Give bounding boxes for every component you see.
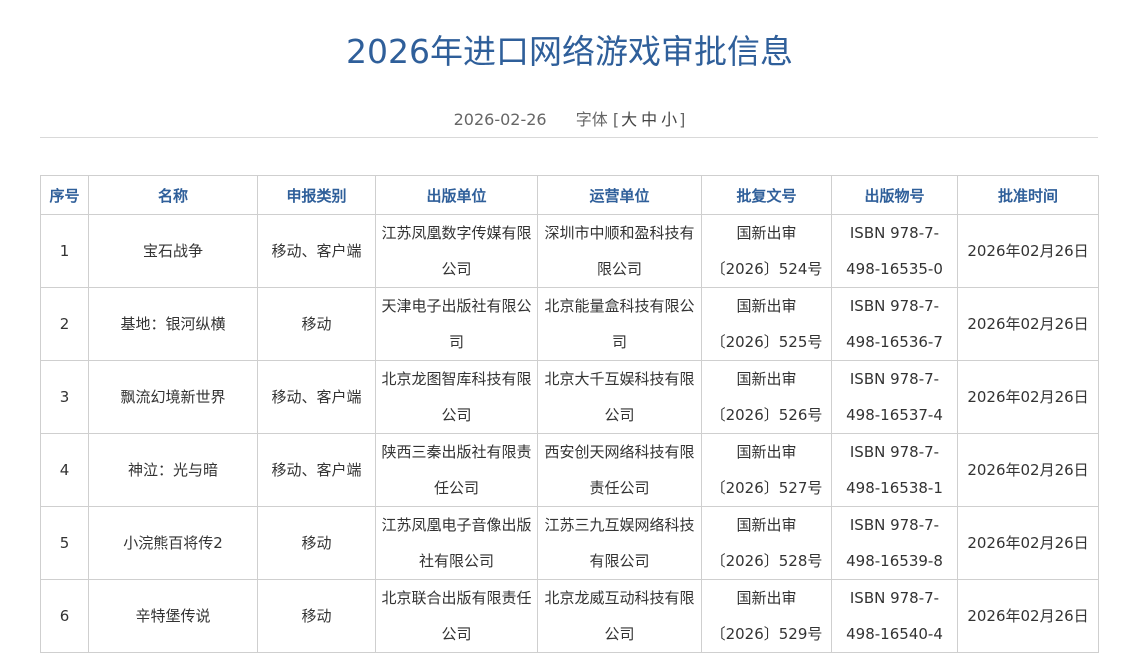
font-medium-button[interactable]: 中: [641, 110, 657, 129]
header-no: 序号: [40, 175, 89, 215]
row-operator: 北京龙威互动科技有限公司: [537, 579, 702, 653]
isbn-line1: ISBN 978-7-: [849, 370, 940, 388]
row-operator: 西安创天网络科技有限责任公司: [537, 433, 702, 507]
row-isbn: ISBN 978-7- 498-16538-1: [831, 433, 958, 507]
row-category: 移动: [257, 579, 376, 653]
row-approval-no: 国新出审〔2026〕528号: [701, 506, 832, 580]
header-operator: 运营单位: [537, 175, 702, 215]
table-row: 5 小浣熊百将传2 移动 江苏凤凰电子音像出版社有限公司 江苏三九互娱网络科技有…: [40, 506, 1099, 580]
isbn-line2: 498-16536-7: [846, 333, 943, 351]
row-approval-date: 2026年02月26日: [957, 433, 1099, 507]
table-header-row: 序号 名称 申报类别 出版单位 运营单位 批复文号 出版物号 批准时间: [40, 175, 1099, 215]
row-category: 移动、客户端: [257, 360, 376, 434]
isbn-line2: 498-16539-8: [846, 552, 943, 570]
approval-no-line2: 〔2026〕527号: [710, 479, 823, 497]
header-isbn: 出版物号: [831, 175, 958, 215]
isbn-line1: ISBN 978-7-: [849, 224, 940, 242]
publish-date: 2026-02-26: [453, 110, 547, 129]
approval-no-line1: 国新出审: [736, 224, 797, 242]
row-publisher: 北京龙图智库科技有限公司: [375, 360, 538, 434]
approval-no-line1: 国新出审: [736, 370, 797, 388]
row-no: 4: [40, 433, 89, 507]
header-category: 申报类别: [257, 175, 376, 215]
row-operator: 北京能量盒科技有限公司: [537, 287, 702, 361]
row-category: 移动、客户端: [257, 214, 376, 288]
isbn-line2: 498-16538-1: [846, 479, 943, 497]
row-approval-date: 2026年02月26日: [957, 214, 1099, 288]
page-title: 2026年进口网络游戏审批信息: [346, 32, 793, 71]
row-category: 移动: [257, 506, 376, 580]
article-meta: 2026-02-26 字体 [大中小]: [0, 108, 1139, 132]
row-no: 3: [40, 360, 89, 434]
row-publisher: 北京联合出版有限责任公司: [375, 579, 538, 653]
isbn-line2: 498-16535-0: [846, 260, 943, 278]
row-approval-no: 国新出审〔2026〕524号: [701, 214, 832, 288]
row-approval-no: 国新出审〔2026〕529号: [701, 579, 832, 653]
isbn-line1: ISBN 978-7-: [849, 589, 940, 607]
approval-no-line2: 〔2026〕524号: [710, 260, 823, 278]
row-name: 基地：银河纵横: [88, 287, 258, 361]
approval-no-line1: 国新出审: [736, 516, 797, 534]
table-row: 1 宝石战争 移动、客户端 江苏凤凰数字传媒有限公司 深圳市中顺和盈科技有限公司…: [40, 214, 1099, 288]
header-publisher: 出版单位: [375, 175, 538, 215]
row-no: 1: [40, 214, 89, 288]
row-approval-date: 2026年02月26日: [957, 506, 1099, 580]
title-divider: [40, 137, 1098, 138]
row-name: 辛特堡传说: [88, 579, 258, 653]
font-large-button[interactable]: 大: [621, 110, 637, 129]
row-publisher: 江苏凤凰数字传媒有限公司: [375, 214, 538, 288]
approval-no-line1: 国新出审: [736, 297, 797, 315]
bracket-open: [: [612, 110, 620, 129]
table-row: 2 基地：银河纵横 移动 天津电子出版社有限公司 北京能量盒科技有限公司 国新出…: [40, 287, 1099, 361]
table-row: 6 辛特堡传说 移动 北京联合出版有限责任公司 北京龙威互动科技有限公司 国新出…: [40, 579, 1099, 653]
row-isbn: ISBN 978-7- 498-16539-8: [831, 506, 958, 580]
row-isbn: ISBN 978-7- 498-16535-0: [831, 214, 958, 288]
row-operator: 江苏三九互娱网络科技有限公司: [537, 506, 702, 580]
isbn-line1: ISBN 978-7-: [849, 443, 940, 461]
approval-no-line2: 〔2026〕529号: [710, 625, 823, 643]
row-publisher: 江苏凤凰电子音像出版社有限公司: [375, 506, 538, 580]
row-category: 移动: [257, 287, 376, 361]
row-publisher: 陕西三秦出版社有限责任公司: [375, 433, 538, 507]
row-name: 神泣：光与暗: [88, 433, 258, 507]
row-category: 移动、客户端: [257, 433, 376, 507]
approval-table: 序号 名称 申报类别 出版单位 运营单位 批复文号 出版物号 批准时间 1 宝石…: [40, 175, 1099, 653]
font-size-label: 字体: [575, 110, 608, 129]
header-approval-date: 批准时间: [957, 175, 1099, 215]
table-row: 3 飘流幻境新世界 移动、客户端 北京龙图智库科技有限公司 北京大千互娱科技有限…: [40, 360, 1099, 434]
isbn-line1: ISBN 978-7-: [849, 516, 940, 534]
row-no: 5: [40, 506, 89, 580]
row-no: 6: [40, 579, 89, 653]
row-isbn: ISBN 978-7- 498-16540-4: [831, 579, 958, 653]
row-operator: 深圳市中顺和盈科技有限公司: [537, 214, 702, 288]
row-name: 宝石战争: [88, 214, 258, 288]
row-isbn: ISBN 978-7- 498-16537-4: [831, 360, 958, 434]
approval-no-line2: 〔2026〕525号: [710, 333, 823, 351]
font-small-button[interactable]: 小: [661, 110, 677, 129]
row-operator: 北京大千互娱科技有限公司: [537, 360, 702, 434]
isbn-line1: ISBN 978-7-: [849, 297, 940, 315]
row-approval-no: 国新出审〔2026〕527号: [701, 433, 832, 507]
row-name: 小浣熊百将传2: [88, 506, 258, 580]
header-name: 名称: [88, 175, 258, 215]
row-approval-no: 国新出审〔2026〕525号: [701, 287, 832, 361]
row-approval-date: 2026年02月26日: [957, 287, 1099, 361]
row-no: 2: [40, 287, 89, 361]
row-name: 飘流幻境新世界: [88, 360, 258, 434]
row-publisher: 天津电子出版社有限公司: [375, 287, 538, 361]
isbn-line2: 498-16540-4: [846, 625, 943, 643]
row-approval-date: 2026年02月26日: [957, 579, 1099, 653]
row-approval-date: 2026年02月26日: [957, 360, 1099, 434]
row-approval-no: 国新出审〔2026〕526号: [701, 360, 832, 434]
approval-no-line2: 〔2026〕526号: [710, 406, 823, 424]
approval-no-line1: 国新出审: [736, 443, 797, 461]
approval-no-line1: 国新出审: [736, 589, 797, 607]
header-approval-no: 批复文号: [701, 175, 832, 215]
table-row: 4 神泣：光与暗 移动、客户端 陕西三秦出版社有限责任公司 西安创天网络科技有限…: [40, 433, 1099, 507]
isbn-line2: 498-16537-4: [846, 406, 943, 424]
bracket-close: ]: [679, 110, 686, 129]
approval-no-line2: 〔2026〕528号: [710, 552, 823, 570]
row-isbn: ISBN 978-7- 498-16536-7: [831, 287, 958, 361]
